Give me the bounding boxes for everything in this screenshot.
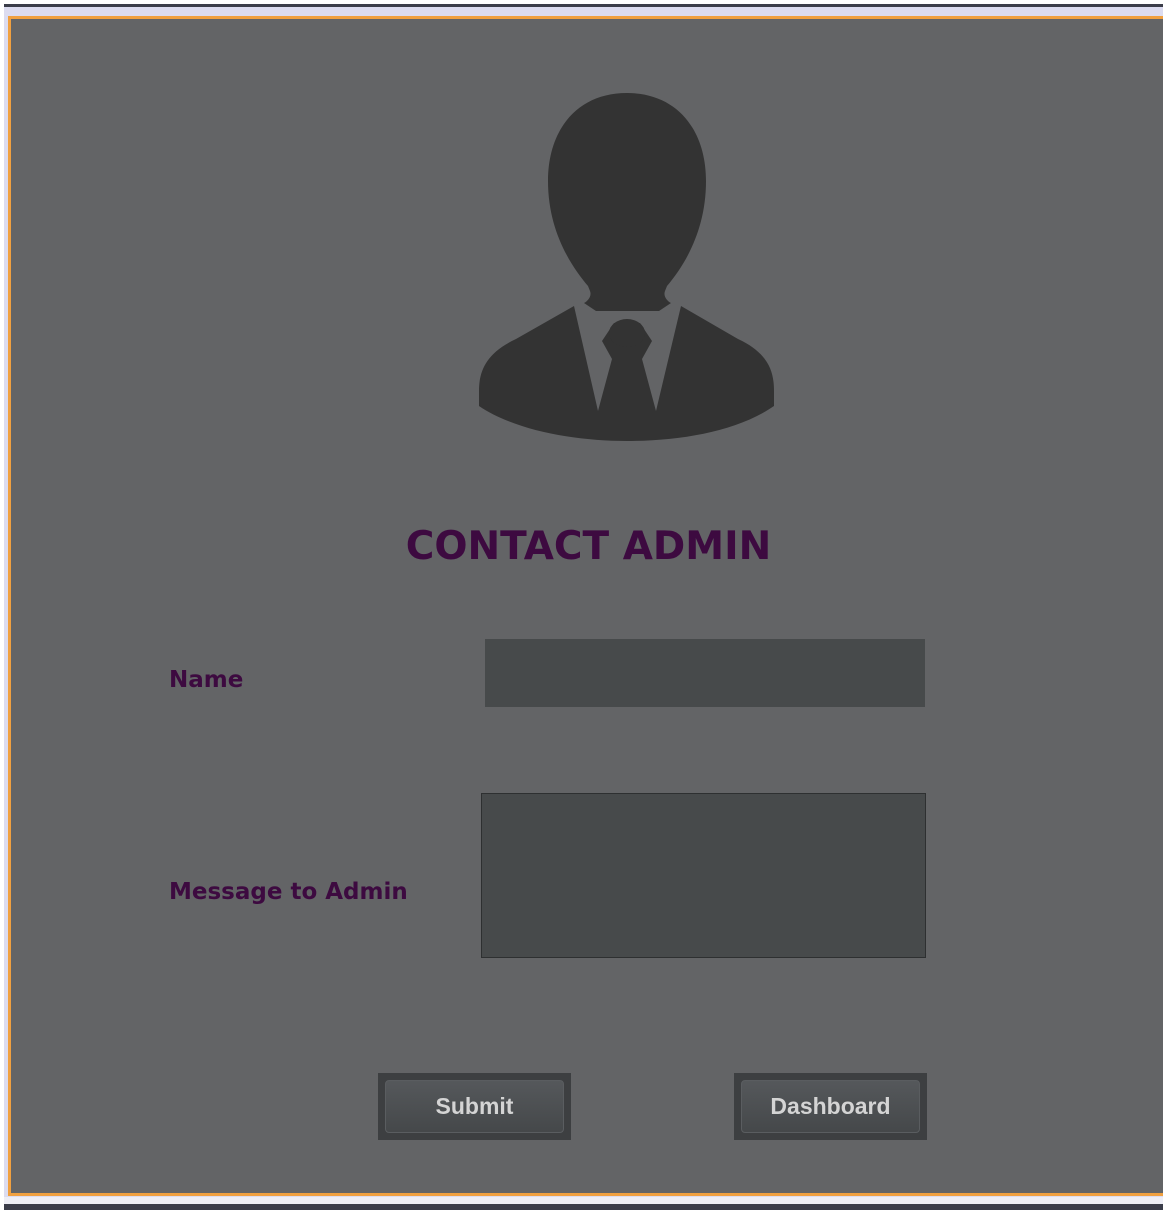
name-input[interactable] — [485, 639, 925, 707]
dashboard-button[interactable]: Dashboard — [734, 1073, 927, 1140]
submit-button-label: Submit — [385, 1080, 564, 1133]
user-silhouette-icon — [479, 93, 774, 441]
submit-button[interactable]: Submit — [378, 1073, 571, 1140]
message-textarea[interactable] — [481, 793, 926, 958]
window-bottom-border — [4, 1197, 1163, 1210]
app-window: CONTACT ADMIN Name Message to Admin Subm… — [4, 4, 1163, 1210]
message-label: Message to Admin — [169, 879, 408, 905]
name-label: Name — [169, 667, 244, 693]
page-title: CONTACT ADMIN — [405, 524, 772, 569]
contact-admin-panel: CONTACT ADMIN Name Message to Admin Subm… — [8, 16, 1163, 1196]
dashboard-button-label: Dashboard — [741, 1080, 920, 1133]
